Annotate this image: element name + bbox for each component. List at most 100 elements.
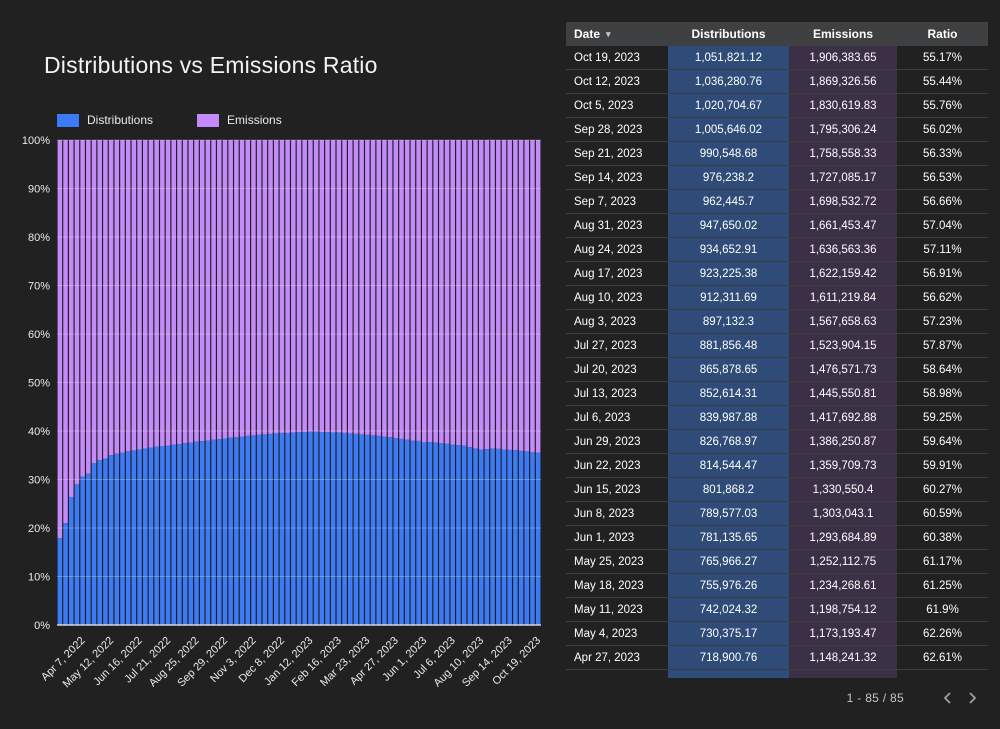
emissions-bar[interactable] xyxy=(445,140,450,444)
distributions-bar[interactable] xyxy=(337,432,342,625)
emissions-bar[interactable] xyxy=(257,140,262,435)
distributions-bar[interactable] xyxy=(394,438,399,625)
distributions-bar[interactable] xyxy=(246,436,251,625)
emissions-bar[interactable] xyxy=(348,140,353,433)
distributions-bar[interactable] xyxy=(519,451,524,625)
distributions-bar[interactable] xyxy=(58,538,63,625)
table-row[interactable]: Oct 5, 20231,020,704.671,830,619.8355.76… xyxy=(566,94,988,118)
column-header-date[interactable]: Date ▾ xyxy=(566,27,668,41)
emissions-bar[interactable] xyxy=(103,140,108,459)
distributions-bar[interactable] xyxy=(513,450,518,625)
emissions-bar[interactable] xyxy=(468,140,473,447)
emissions-bar[interactable] xyxy=(263,140,268,434)
distributions-bar[interactable] xyxy=(456,445,461,625)
distributions-bar[interactable] xyxy=(183,443,188,625)
table-row[interactable]: Jul 13, 2023852,614.311,445,550.8158.98% xyxy=(566,382,988,406)
emissions-bar[interactable] xyxy=(189,140,194,443)
distributions-bar[interactable] xyxy=(399,439,404,625)
distributions-bar[interactable] xyxy=(388,437,393,625)
emissions-bar[interactable] xyxy=(166,140,171,446)
emissions-bar[interactable] xyxy=(331,140,336,432)
distributions-bar[interactable] xyxy=(274,433,279,625)
emissions-bar[interactable] xyxy=(109,140,114,455)
emissions-bar[interactable] xyxy=(206,140,211,441)
distributions-bar[interactable] xyxy=(530,452,535,625)
emissions-bar[interactable] xyxy=(456,140,461,445)
emissions-bar[interactable] xyxy=(428,140,433,442)
distributions-bar[interactable] xyxy=(371,435,376,625)
distributions-bar[interactable] xyxy=(92,463,97,625)
emissions-bar[interactable] xyxy=(291,140,296,432)
emissions-bar[interactable] xyxy=(394,140,399,438)
distributions-bar[interactable] xyxy=(194,442,199,625)
emissions-bar[interactable] xyxy=(200,140,205,441)
emissions-bar[interactable] xyxy=(86,140,91,474)
distributions-bar[interactable] xyxy=(359,434,364,625)
distributions-bar[interactable] xyxy=(507,450,512,625)
distributions-bar[interactable] xyxy=(331,432,336,625)
emissions-bar[interactable] xyxy=(251,140,256,435)
emissions-bar[interactable] xyxy=(132,140,137,450)
emissions-bar[interactable] xyxy=(365,140,370,435)
emissions-bar[interactable] xyxy=(183,140,188,443)
table-row[interactable]: Apr 27, 2023718,900.761,148,241.3262.61% xyxy=(566,646,988,670)
emissions-bar[interactable] xyxy=(337,140,342,432)
chevron-left-icon[interactable] xyxy=(934,687,960,709)
table-row[interactable]: Jun 1, 2023781,135.651,293,684.8960.38% xyxy=(566,526,988,550)
distributions-bar[interactable] xyxy=(149,447,154,625)
distributions-bar[interactable] xyxy=(154,447,159,625)
distributions-bar[interactable] xyxy=(462,446,467,625)
stacked-bar-chart[interactable]: 0%10%20%30%40%50%60%70%80%90%100%Apr 7, … xyxy=(0,0,560,729)
distributions-bar[interactable] xyxy=(251,435,256,625)
column-header-ratio[interactable]: Ratio xyxy=(897,27,988,41)
emissions-bar[interactable] xyxy=(359,140,364,434)
emissions-bar[interactable] xyxy=(473,140,478,448)
distributions-bar[interactable] xyxy=(502,450,507,625)
distributions-bar[interactable] xyxy=(445,444,450,625)
emissions-bar[interactable] xyxy=(411,140,416,441)
distributions-bar[interactable] xyxy=(433,443,438,625)
emissions-bar[interactable] xyxy=(126,140,130,451)
emissions-bar[interactable] xyxy=(234,140,239,437)
distributions-bar[interactable] xyxy=(536,453,541,625)
table-row[interactable]: May 18, 2023755,976.261,234,268.6161.25% xyxy=(566,574,988,598)
table-row[interactable]: Jun 29, 2023826,768.971,386,250.8759.64% xyxy=(566,430,988,454)
distributions-bar[interactable] xyxy=(342,433,347,625)
distributions-bar[interactable] xyxy=(132,450,137,625)
table-row[interactable]: Jun 22, 2023814,544.471,359,709.7359.91% xyxy=(566,454,988,478)
table-row[interactable]: Aug 31, 2023947,650.021,661,453.4757.04% xyxy=(566,214,988,238)
distributions-bar[interactable] xyxy=(422,442,427,625)
emissions-bar[interactable] xyxy=(154,140,159,447)
emissions-bar[interactable] xyxy=(399,140,404,439)
distributions-bar[interactable] xyxy=(69,497,74,625)
table-row[interactable]: Jul 27, 2023881,856.481,523,904.1557.87% xyxy=(566,334,988,358)
distributions-bar[interactable] xyxy=(109,455,114,625)
emissions-bar[interactable] xyxy=(382,140,387,437)
sort-desc-icon[interactable]: ▾ xyxy=(606,29,611,40)
table-row[interactable]: Aug 10, 2023912,311.691,611,219.8456.62% xyxy=(566,286,988,310)
distributions-bar[interactable] xyxy=(75,484,80,625)
emissions-bar[interactable] xyxy=(143,140,148,448)
emissions-bar[interactable] xyxy=(228,140,233,438)
emissions-bar[interactable] xyxy=(354,140,359,434)
table-row[interactable]: Sep 21, 2023990,548.681,758,558.3356.33% xyxy=(566,142,988,166)
table-row[interactable]: Oct 19, 20231,051,821.121,906,383.6555.1… xyxy=(566,46,988,70)
distributions-bar[interactable] xyxy=(285,433,290,625)
distributions-bar[interactable] xyxy=(280,433,285,625)
distributions-bar[interactable] xyxy=(223,439,228,625)
emissions-bar[interactable] xyxy=(513,140,518,450)
table-row[interactable]: Aug 17, 2023923,225.381,622,159.4256.91% xyxy=(566,262,988,286)
distributions-bar[interactable] xyxy=(354,434,359,625)
emissions-bar[interactable] xyxy=(536,140,541,453)
table-row[interactable]: May 4, 2023730,375.171,173,193.4762.26% xyxy=(566,622,988,646)
distributions-bar[interactable] xyxy=(496,449,501,625)
distributions-bar[interactable] xyxy=(63,523,68,625)
emissions-bar[interactable] xyxy=(120,140,125,453)
distributions-bar[interactable] xyxy=(217,439,222,625)
distributions-bar[interactable] xyxy=(189,443,194,625)
emissions-bar[interactable] xyxy=(519,140,524,451)
table-row[interactable]: May 11, 2023742,024.321,198,754.1261.9% xyxy=(566,598,988,622)
distributions-bar[interactable] xyxy=(405,440,410,625)
distributions-bar[interactable] xyxy=(416,441,421,625)
table-row[interactable]: Aug 24, 2023934,652.911,636,563.3657.11% xyxy=(566,238,988,262)
